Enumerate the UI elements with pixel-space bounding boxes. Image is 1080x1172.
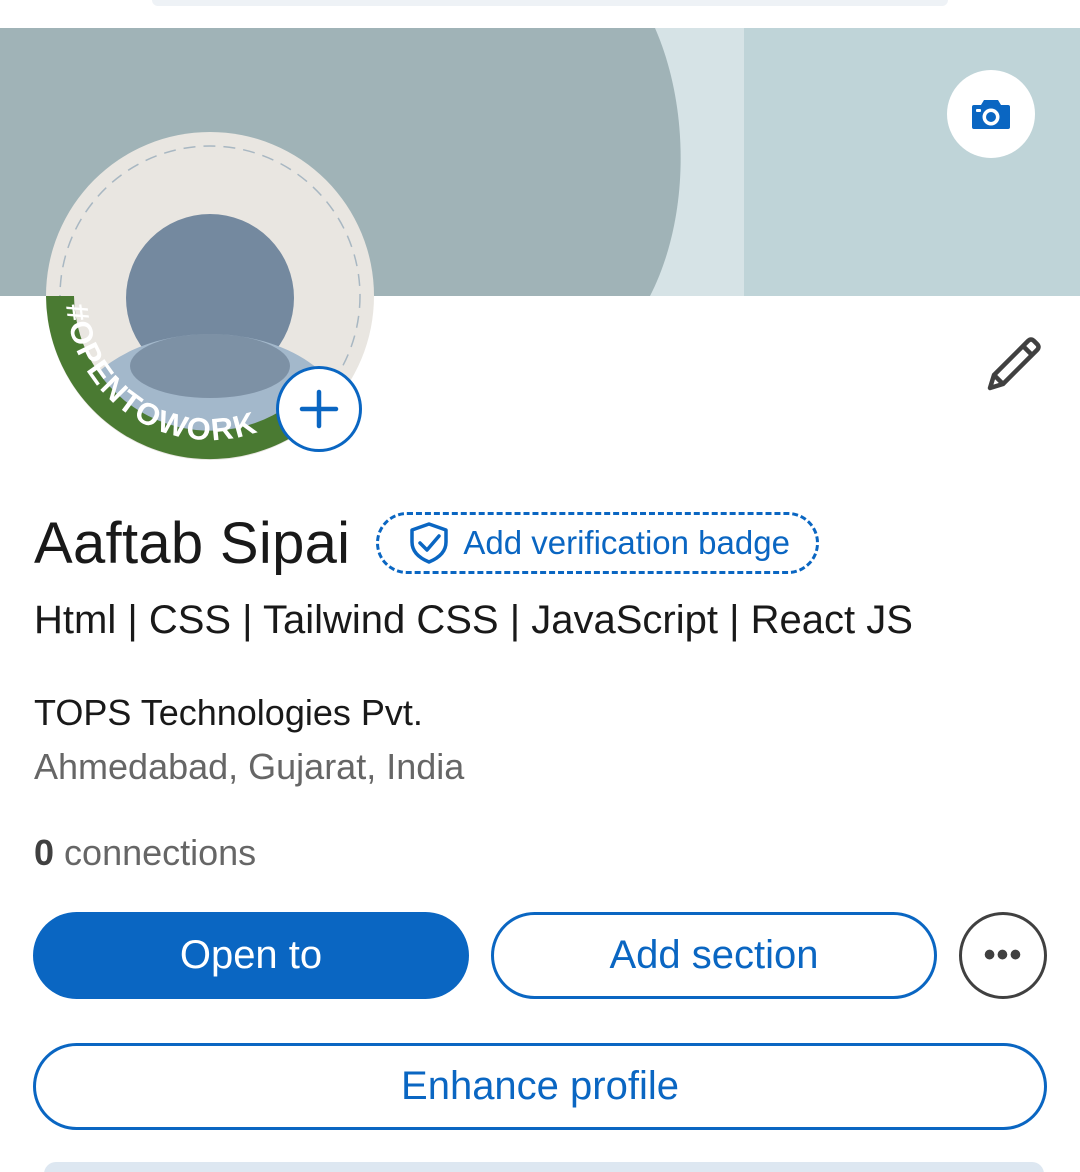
current-company[interactable]: TOPS Technologies Pvt. [34,692,423,734]
plus-icon [299,389,339,429]
enhance-profile-button[interactable]: Enhance profile [33,1043,1047,1130]
connections-label: connections [64,832,257,873]
pencil-icon [987,337,1041,391]
open-to-button[interactable]: Open to [33,912,469,999]
search-bar-edge [152,0,948,6]
edit-intro-button[interactable] [982,332,1046,396]
shield-check-icon [409,522,449,564]
ellipsis-icon: ••• [983,936,1023,974]
add-verification-badge-button[interactable]: Add verification badge [376,512,819,574]
profile-name: Aaftab Sipai [34,510,351,576]
add-section-button[interactable]: Add section [491,912,937,999]
connections-link[interactable]: 0 connections [34,832,256,874]
verification-badge-label: Add verification badge [463,524,790,561]
add-photo-button[interactable] [276,366,362,452]
profile-headline: Html | CSS | Tailwind CSS | JavaScript |… [34,598,913,642]
more-actions-button[interactable]: ••• [959,912,1047,999]
next-card-edge [44,1162,1044,1172]
edit-cover-button[interactable] [947,70,1035,158]
name-row: Aaftab Sipai Add verification badge [34,505,819,581]
camera-icon [972,100,1010,129]
connections-count: 0 [34,832,55,873]
top-edge [0,0,1080,28]
profile-location: Ahmedabad, Gujarat, India [34,746,465,787]
